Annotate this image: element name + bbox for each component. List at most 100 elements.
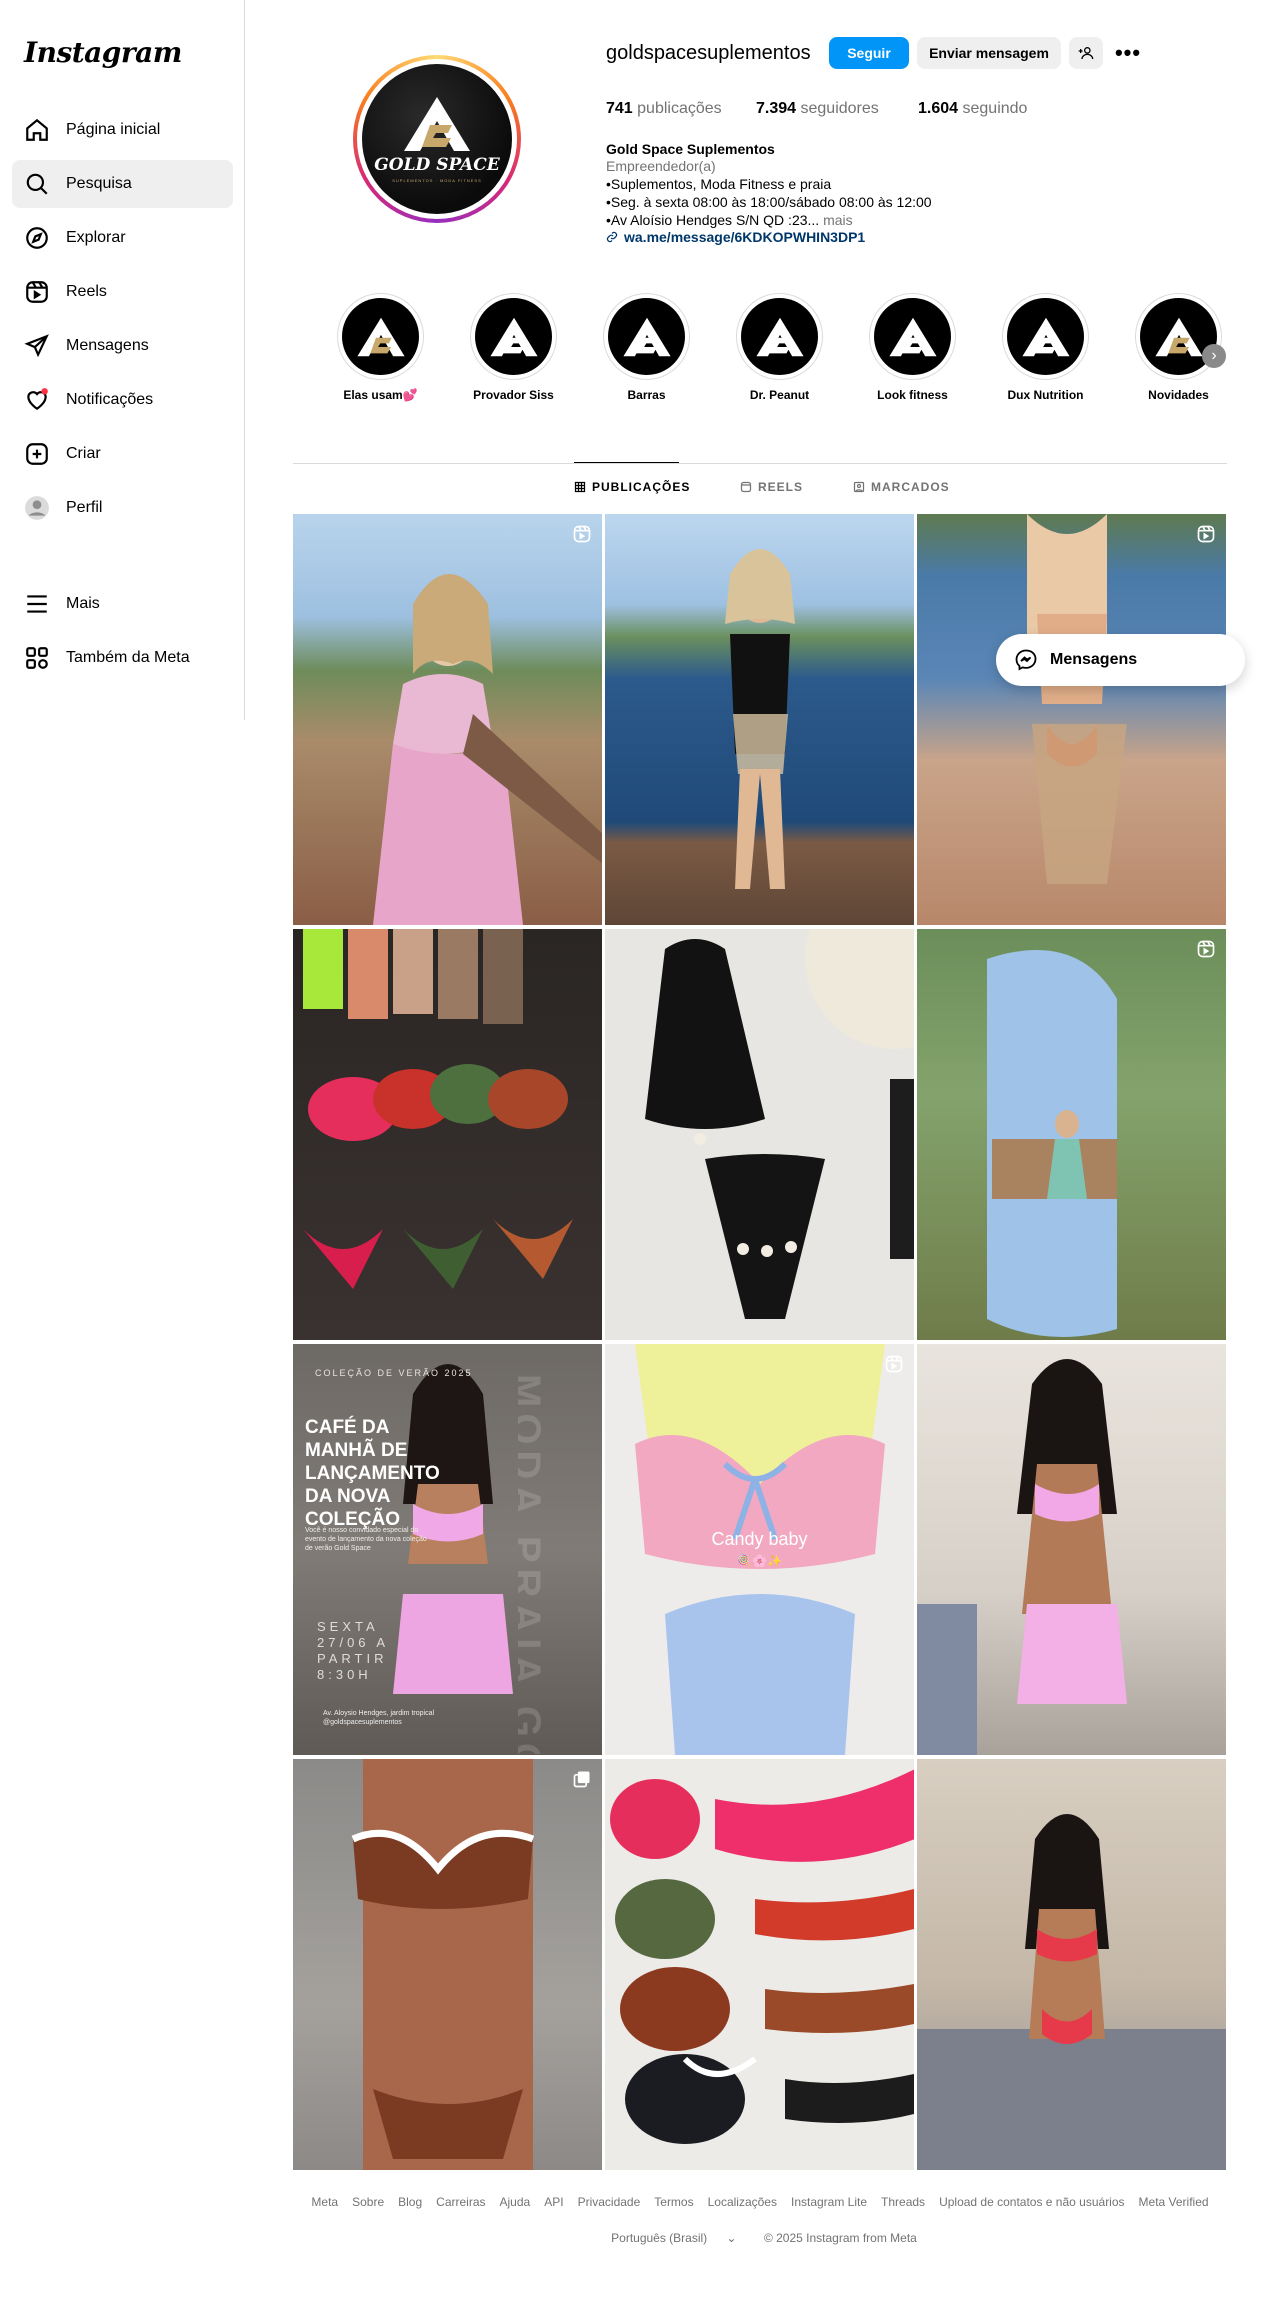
story-highlight[interactable]: Elas usam💕 bbox=[337, 293, 424, 402]
sidebar-item-messages[interactable]: Mensagens bbox=[12, 322, 233, 370]
sidebar-item-home[interactable]: Página inicial bbox=[12, 106, 233, 154]
gs-monogram-icon bbox=[342, 298, 419, 375]
compass-icon bbox=[24, 225, 50, 251]
post-tile[interactable]: Candy baby 🍭🌸✨ bbox=[605, 1344, 914, 1755]
bio-line: •Seg. à sexta 08:00 às 18:00/sábado 08:0… bbox=[606, 194, 932, 210]
sidebar-item-profile[interactable]: Perfil bbox=[12, 484, 233, 532]
post-tile[interactable] bbox=[917, 929, 1226, 1340]
menu-icon bbox=[24, 591, 50, 617]
footer-link[interactable]: Threads bbox=[881, 2195, 925, 2209]
profile-avatar-icon bbox=[24, 495, 50, 521]
post-headline: CAFÉ DA MANHÃ DE LANÇAMENTO DA NOVA COLE… bbox=[305, 1417, 440, 1530]
post-tile[interactable] bbox=[605, 1759, 914, 2170]
profile-avatar[interactable]: GOLD SPACE SUPLEMENTOS · MODA FITNESS bbox=[353, 55, 521, 223]
footer-link[interactable]: Localizações bbox=[708, 2195, 777, 2209]
footer-link[interactable]: Termos bbox=[654, 2195, 693, 2209]
tab-posts[interactable]: PUBLICAÇÕES bbox=[574, 480, 690, 494]
suggest-person-button[interactable] bbox=[1069, 37, 1103, 69]
sidebar-item-label: Também da Meta bbox=[66, 649, 190, 666]
gold-space-logo: GOLD SPACE SUPLEMENTOS · MODA FITNESS bbox=[362, 64, 512, 214]
sidebar-item-reels[interactable]: Reels bbox=[12, 268, 233, 316]
sidebar-item-create[interactable]: Criar bbox=[12, 430, 233, 478]
sidebar-item-label: Notificações bbox=[66, 391, 154, 408]
post-photo bbox=[987, 950, 1117, 1337]
active-tab-indicator bbox=[574, 462, 679, 463]
sidebar-item-explore[interactable]: Explorar bbox=[12, 214, 233, 262]
gs-monogram-icon bbox=[608, 298, 685, 375]
avatar-tagline: SUPLEMENTOS · MODA FITNESS bbox=[392, 178, 482, 183]
sidebar-item-meta[interactable]: Também da Meta bbox=[12, 634, 233, 682]
post-caption: Candy baby bbox=[711, 1529, 808, 1549]
post-tile[interactable] bbox=[293, 514, 602, 925]
sidebar-item-notifications[interactable]: Notificações bbox=[12, 376, 233, 424]
highlights-next-button[interactable]: › bbox=[1202, 344, 1226, 368]
instagram-logo[interactable]: Instagram bbox=[24, 36, 182, 69]
following-stat[interactable]: 1.604 seguindo bbox=[918, 100, 1027, 118]
gs-monogram-icon bbox=[404, 97, 470, 151]
footer-link[interactable]: Sobre bbox=[352, 2195, 384, 2209]
post-vertical-watermark: MODA PRAIA GOLD SPACE bbox=[518, 1374, 548, 1754]
messenger-icon bbox=[1015, 649, 1037, 671]
post-photo bbox=[303, 929, 573, 1289]
tab-tagged[interactable]: MARCADOS bbox=[853, 480, 950, 494]
footer-link[interactable]: Blog bbox=[398, 2195, 422, 2209]
footer-link[interactable]: API bbox=[544, 2195, 563, 2209]
footer-link[interactable]: Meta bbox=[311, 2195, 338, 2209]
post-body-text: Você é nosso convidado especial do event… bbox=[305, 1527, 427, 1552]
language-selector[interactable]: Português (Brasil) ⌄ bbox=[603, 2231, 744, 2245]
carousel-badge-icon bbox=[573, 1771, 590, 1788]
post-tile[interactable] bbox=[605, 514, 914, 925]
sidebar-item-label: Mensagens bbox=[66, 337, 149, 354]
bio-external-link[interactable]: wa.me/message/6KDKOPWHIN3DP1 bbox=[606, 228, 865, 246]
sidebar-item-label: Reels bbox=[66, 283, 107, 300]
sidebar-item-label: Página inicial bbox=[66, 121, 161, 138]
sidebar: Instagram Página inicial Pesquisa Explor… bbox=[0, 0, 245, 720]
footer-link[interactable]: Ajuda bbox=[500, 2195, 531, 2209]
post-tile[interactable] bbox=[917, 1759, 1226, 2170]
highlight-cover bbox=[736, 293, 823, 380]
highlight-cover bbox=[603, 293, 690, 380]
reel-badge-icon bbox=[573, 525, 591, 543]
story-highlight[interactable]: Barras bbox=[603, 293, 690, 402]
post-tile[interactable]: COLEÇÃO DE VERÃO 2025 CAFÉ DA MANHÃ DE L… bbox=[293, 1344, 602, 1755]
post-tile[interactable] bbox=[293, 929, 602, 1340]
footer-link[interactable]: Carreiras bbox=[436, 2195, 485, 2209]
sidebar-item-label: Pesquisa bbox=[66, 175, 132, 192]
sidebar-item-more[interactable]: Mais bbox=[12, 580, 233, 628]
footer-link[interactable]: Instagram Lite bbox=[791, 2195, 867, 2209]
post-tile[interactable] bbox=[917, 1344, 1226, 1755]
bio-line: •Av Aloísio Hendges S/N QD :23... mais bbox=[606, 212, 853, 228]
heart-icon bbox=[24, 387, 50, 413]
post-tile[interactable] bbox=[605, 929, 914, 1340]
post-tile[interactable] bbox=[917, 514, 1226, 925]
sidebar-item-label: Mais bbox=[66, 595, 100, 612]
more-options-button[interactable]: ••• bbox=[1111, 37, 1145, 69]
sidebar-item-label: Perfil bbox=[66, 499, 103, 516]
post-small-title: COLEÇÃO DE VERÃO 2025 bbox=[315, 1368, 473, 1378]
footer-link[interactable]: Privacidade bbox=[578, 2195, 641, 2209]
sidebar-item-search[interactable]: Pesquisa bbox=[12, 160, 233, 208]
follow-button[interactable]: Seguir bbox=[829, 37, 909, 69]
footer-meta: Português (Brasil) ⌄ © 2025 Instagram fr… bbox=[293, 2231, 1227, 2245]
send-message-button[interactable]: Enviar mensagem bbox=[917, 37, 1061, 69]
story-highlight[interactable]: Dux Nutrition bbox=[1002, 293, 1089, 402]
search-icon bbox=[24, 171, 50, 197]
meta-apps-icon bbox=[24, 645, 50, 671]
add-person-icon bbox=[1078, 47, 1094, 60]
post-tile[interactable] bbox=[293, 1759, 602, 2170]
story-highlight[interactable]: Dr. Peanut bbox=[736, 293, 823, 402]
followers-stat[interactable]: 7.394 seguidores bbox=[756, 100, 879, 118]
story-highlight[interactable]: Provador Siss bbox=[470, 293, 557, 402]
footer-link[interactable]: Upload de contatos e não usuários bbox=[939, 2195, 1124, 2209]
bio-more-link[interactable]: mais bbox=[823, 212, 853, 228]
tab-reels[interactable]: REELS bbox=[740, 480, 803, 494]
gs-monogram-icon bbox=[874, 298, 951, 375]
footer-link[interactable]: Meta Verified bbox=[1139, 2195, 1209, 2209]
highlight-label: Dux Nutrition bbox=[1007, 388, 1084, 402]
gs-monogram-icon bbox=[475, 298, 552, 375]
story-highlight[interactable]: Look fitness bbox=[869, 293, 956, 402]
post-photo bbox=[917, 1359, 1127, 1755]
messages-floating-button[interactable]: Mensagens bbox=[996, 634, 1245, 686]
highlight-cover bbox=[869, 293, 956, 380]
post-photo bbox=[351, 1759, 535, 2170]
